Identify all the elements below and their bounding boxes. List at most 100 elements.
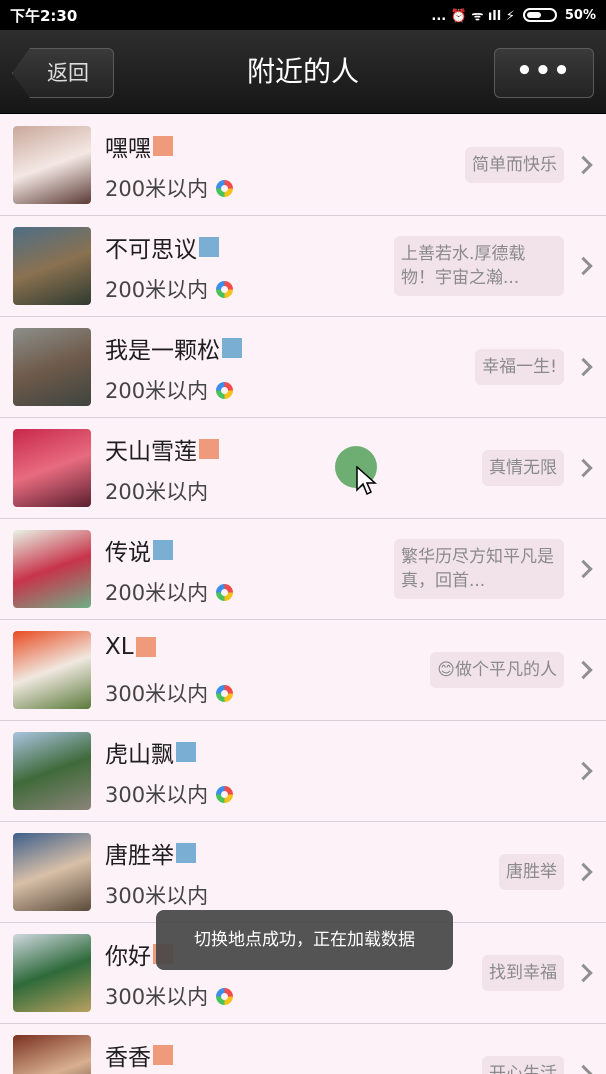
distance-label: 300米以内 bbox=[105, 981, 234, 1011]
person-name-text: 我是一颗松 bbox=[105, 338, 220, 364]
distance-label: 300米以内 bbox=[105, 678, 234, 708]
list-item[interactable]: 唐胜举 300米以内 唐胜举 bbox=[0, 822, 606, 923]
person-name: 香香 bbox=[105, 1038, 173, 1072]
signature-bubble: 繁华历尽方知平凡是真，回首... bbox=[394, 539, 564, 599]
male-icon bbox=[176, 843, 196, 863]
moments-icon bbox=[216, 280, 234, 298]
chevron-right-icon bbox=[574, 862, 593, 882]
back-button[interactable]: 返回 bbox=[12, 48, 114, 98]
person-name-text: 你好 bbox=[105, 944, 151, 970]
person-name-text: 传说 bbox=[105, 540, 151, 566]
male-icon bbox=[176, 742, 196, 762]
chevron-right-icon bbox=[574, 357, 593, 377]
person-name: 唐胜举 bbox=[105, 836, 196, 870]
status-bar: 下午2:30 ... ⏰ ᯤ ıll ⚡ 50% bbox=[0, 0, 606, 30]
distance-label: 200米以内 bbox=[105, 476, 208, 506]
distance-text: 200米以内 bbox=[105, 480, 209, 504]
list-item[interactable]: 香香300米以内开心生活 bbox=[0, 1024, 606, 1074]
female-icon bbox=[153, 136, 173, 156]
avatar bbox=[13, 429, 91, 507]
list-item[interactable]: 嘿嘿 200米以内 简单而快乐 bbox=[0, 115, 606, 216]
chevron-right-icon bbox=[574, 963, 593, 983]
distance-text: 300米以内 bbox=[105, 682, 209, 706]
avatar bbox=[13, 732, 91, 810]
person-name-text: 虎山飘 bbox=[105, 742, 174, 768]
moments-icon bbox=[216, 583, 234, 601]
person-name-text: 不可思议 bbox=[105, 237, 197, 263]
distance-text: 300米以内 bbox=[105, 783, 209, 807]
more-options-button[interactable]: ••• bbox=[494, 48, 594, 98]
person-name-text: 天山雪莲 bbox=[105, 439, 197, 465]
person-name: 天山雪莲 bbox=[105, 432, 219, 466]
title-bar: 附近的人 返回 ••• bbox=[0, 30, 606, 114]
distance-label: 200米以内 bbox=[105, 173, 234, 203]
avatar bbox=[13, 328, 91, 406]
distance-text: 200米以内 bbox=[105, 379, 209, 403]
chevron-right-icon bbox=[574, 761, 593, 781]
person-name-text: 唐胜举 bbox=[105, 843, 174, 869]
distance-label: 300米以内 bbox=[105, 880, 208, 910]
male-icon bbox=[153, 540, 173, 560]
cursor-icon bbox=[356, 466, 377, 496]
female-icon bbox=[153, 1045, 173, 1065]
person-name: 我是一颗松 bbox=[105, 331, 242, 365]
list-item[interactable]: 传说 200米以内 繁华历尽方知平凡是真，回首... bbox=[0, 519, 606, 620]
chevron-right-icon bbox=[574, 155, 593, 175]
moments-icon bbox=[216, 179, 234, 197]
person-name-text: 嘿嘿 bbox=[105, 136, 151, 162]
signature-bubble: 简单而快乐 bbox=[465, 147, 564, 183]
signature-bubble: 幸福一生! bbox=[475, 349, 564, 385]
person-name-text: XL bbox=[105, 634, 134, 660]
avatar bbox=[13, 530, 91, 608]
person-name: 虎山飘 bbox=[105, 735, 196, 769]
moments-icon bbox=[216, 987, 234, 1005]
person-name: 传说 bbox=[105, 533, 173, 567]
male-icon bbox=[199, 237, 219, 257]
avatar bbox=[13, 833, 91, 911]
chevron-right-icon bbox=[574, 660, 593, 680]
person-name-text: 香香 bbox=[105, 1045, 151, 1071]
distance-label: 200米以内 bbox=[105, 375, 234, 405]
avatar bbox=[13, 227, 91, 305]
moments-icon bbox=[216, 785, 234, 803]
person-name: 嘿嘿 bbox=[105, 129, 173, 163]
distance-label: 300米以内 bbox=[105, 779, 234, 809]
female-icon bbox=[135, 637, 156, 657]
battery-percent: 50% bbox=[564, 7, 596, 23]
avatar bbox=[13, 126, 91, 204]
signature-bubble: 上善若水.厚德载物！宇宙之瀚... bbox=[394, 236, 564, 296]
chevron-right-icon bbox=[574, 458, 593, 478]
distance-text: 200米以内 bbox=[105, 581, 209, 605]
toast-message: 切换地点成功，正在加载数据 bbox=[156, 910, 453, 970]
signature-bubble: 真情无限 bbox=[482, 450, 564, 486]
avatar bbox=[13, 1035, 91, 1074]
list-item[interactable]: 我是一颗松 200米以内 幸福一生! bbox=[0, 317, 606, 418]
chevron-right-icon bbox=[574, 1064, 593, 1074]
distance-text: 200米以内 bbox=[105, 278, 209, 302]
avatar bbox=[13, 934, 91, 1012]
status-signal-icons: ... ⏰ ᯤ ıll ⚡ bbox=[431, 9, 515, 24]
signature-bubble: 开心生活 bbox=[482, 1056, 564, 1074]
avatar bbox=[13, 631, 91, 709]
distance-text: 300米以内 bbox=[105, 985, 209, 1009]
list-item[interactable]: XL 300米以内 😊做个平凡的人 bbox=[0, 620, 606, 721]
person-name: XL bbox=[105, 634, 156, 660]
person-name: 不可思议 bbox=[105, 230, 219, 264]
moments-icon bbox=[216, 684, 234, 702]
moments-icon bbox=[216, 381, 234, 399]
distance-label: 200米以内 bbox=[105, 274, 234, 304]
chevron-right-icon bbox=[574, 256, 593, 276]
male-icon bbox=[222, 338, 242, 358]
battery-icon bbox=[522, 8, 557, 22]
distance-text: 300米以内 bbox=[105, 884, 209, 908]
status-icons: ... ⏰ ᯤ ıll ⚡ 50% bbox=[431, 6, 596, 25]
distance-text: 200米以内 bbox=[105, 177, 209, 201]
signature-bubble: 唐胜举 bbox=[499, 854, 564, 890]
signature-bubble: 找到幸福 bbox=[482, 955, 564, 991]
distance-label: 200米以内 bbox=[105, 577, 234, 607]
status-time: 下午2:30 bbox=[10, 6, 78, 25]
list-item[interactable]: 不可思议 200米以内 上善若水.厚德载物！宇宙之瀚... bbox=[0, 216, 606, 317]
female-icon bbox=[199, 439, 219, 459]
list-item[interactable]: 天山雪莲 200米以内 真情无限 bbox=[0, 418, 606, 519]
list-item[interactable]: 虎山飘 300米以内 bbox=[0, 721, 606, 822]
